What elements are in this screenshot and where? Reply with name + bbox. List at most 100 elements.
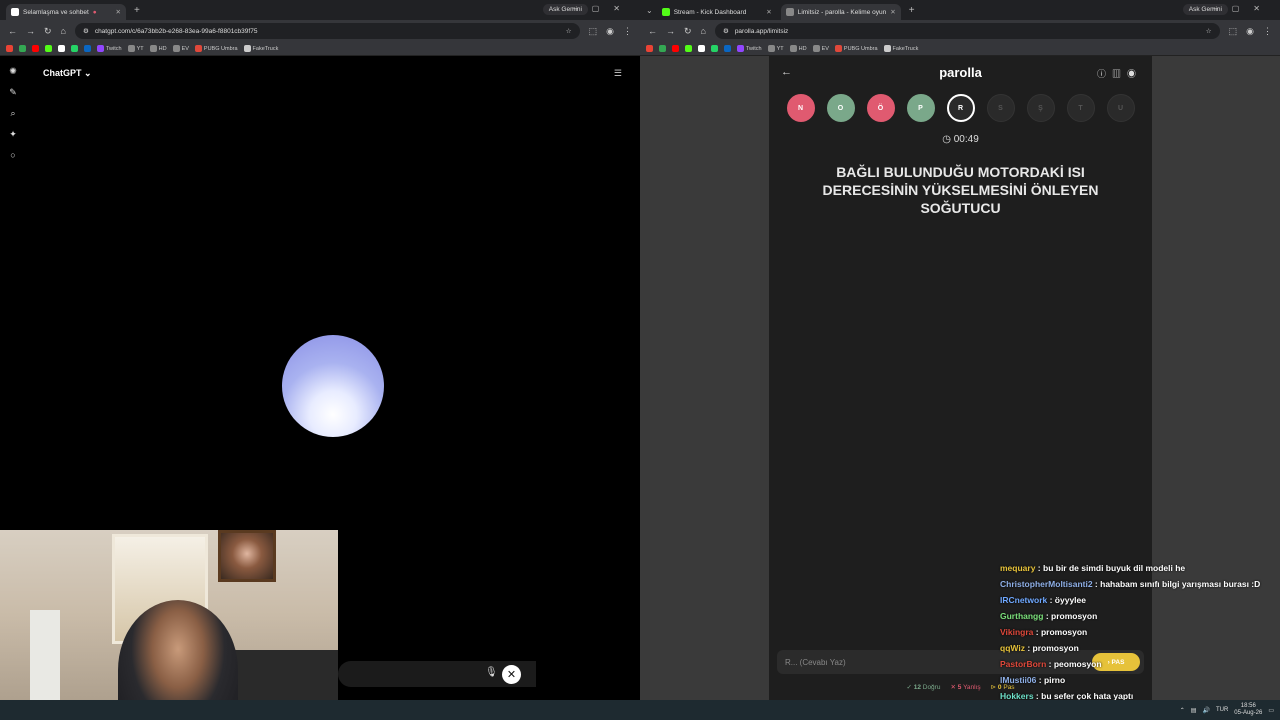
volume-icon[interactable]: 🔊 <box>1202 707 1209 714</box>
address-bar-row: ← → ↻ ⌂ ⚙ chatgpt.com/c/6a73bb2b-e268-83… <box>0 20 640 42</box>
bookmark-faketruck[interactable]: FakeTruck <box>883 45 919 52</box>
chat-username[interactable]: lMustii06 <box>1000 675 1036 685</box>
pin-icon[interactable]: ✦ <box>9 129 17 140</box>
bookmark-star-icon[interactable]: ☆ <box>1206 27 1212 35</box>
chat-username[interactable]: qqWiz <box>1000 643 1025 653</box>
game-header: ← parolla ⓘ▥◉ <box>769 56 1152 90</box>
header-icons: ⓘ▥◉ <box>1097 67 1142 80</box>
info-icon[interactable]: ⓘ <box>1097 69 1112 79</box>
x-icon[interactable] <box>58 45 65 52</box>
clock[interactable]: 18:56 05-Aug-26 <box>1234 703 1262 717</box>
chat-text: peomosyon <box>1053 659 1102 669</box>
bookmark-hd[interactable]: HD <box>149 45 167 52</box>
parolla-favicon-icon <box>785 8 794 16</box>
bookmark-label: HD <box>158 45 167 52</box>
site-info-icon[interactable]: ⚙ <box>723 27 729 35</box>
profile-icon[interactable]: ◉ <box>606 26 614 37</box>
chat-text: bu bir de simdi buyuk dil modeli he <box>1043 563 1186 573</box>
bookmarks-bar: Twitch YT HD EV PUBG Umbra FakeTruck <box>0 42 640 56</box>
chat-username[interactable]: Gurthangg <box>1000 611 1043 621</box>
bookmark-ev[interactable]: EV <box>812 45 829 52</box>
site-info-icon[interactable]: ⚙ <box>83 27 89 35</box>
bookmark-twitch[interactable]: Twitch <box>97 45 122 52</box>
bookmark-hd[interactable]: HD <box>789 45 807 52</box>
reload-icon[interactable]: ↻ <box>44 26 52 37</box>
maps-icon[interactable] <box>19 45 26 52</box>
voice-settings-icon[interactable]: ☰ <box>614 68 622 79</box>
bookmark-yt[interactable]: YT <box>767 45 784 52</box>
chatgpt-favicon-icon <box>11 8 19 16</box>
bookmark-pubg[interactable]: PUBG Umbra <box>194 45 238 52</box>
pubg-icon <box>834 45 842 52</box>
bookmark-ev[interactable]: EV <box>172 45 189 52</box>
stats-icon[interactable]: ▥ <box>1112 69 1127 79</box>
close-tab-icon[interactable]: ✕ <box>890 8 895 16</box>
bookmark-pubg[interactable]: PUBG Umbra <box>834 45 878 52</box>
omnibox[interactable]: ⚙ parolla.app/limitsiz ☆ <box>714 23 1220 39</box>
close-tab-icon[interactable]: ✕ <box>766 8 771 16</box>
model-selector[interactable]: ChatGPT ⌄ <box>43 68 92 79</box>
gmail-icon[interactable] <box>6 45 13 52</box>
window-controls[interactable]: –▢✕ <box>1213 4 1274 13</box>
back-icon[interactable]: ← <box>648 26 657 36</box>
extensions-icon[interactable]: ⬚ <box>1229 26 1238 37</box>
whatsapp-icon[interactable] <box>711 45 718 52</box>
forward-icon[interactable]: → <box>26 26 35 36</box>
back-icon[interactable]: ← <box>8 26 17 36</box>
tab-kick[interactable]: Stream - Kick Dashboard ✕ <box>657 4 777 20</box>
openai-logo-icon[interactable]: ✺ <box>9 66 17 77</box>
forward-icon[interactable]: → <box>666 26 675 36</box>
reload-icon[interactable]: ↻ <box>684 26 692 37</box>
kick-icon[interactable] <box>45 45 52 52</box>
chat-text: promosyon <box>1032 643 1079 653</box>
url-text: parolla.app/limitsiz <box>734 27 789 35</box>
tab-parolla[interactable]: Limitsiz - parolla - Kelime oyun ✕ <box>780 4 901 20</box>
close-tab-icon[interactable]: ✕ <box>116 8 121 16</box>
x-icon[interactable] <box>698 45 705 52</box>
end-voice-button[interactable]: ✕ <box>502 665 521 684</box>
folder-icon <box>172 45 180 52</box>
extensions-icon[interactable]: ⬚ <box>589 26 598 37</box>
chat-username[interactable]: mequary <box>1000 563 1035 573</box>
chat-username[interactable]: PastorBorn <box>1000 659 1046 669</box>
language-indicator[interactable]: TUR <box>1216 707 1228 713</box>
home-icon[interactable]: ⌂ <box>701 26 706 36</box>
faketruck-icon <box>243 45 251 52</box>
omnibox[interactable]: ⚙ chatgpt.com/c/6a73bb2b-e268-83ea-99a6-… <box>74 23 580 39</box>
notification-icon[interactable]: ▭ <box>1268 707 1274 714</box>
bookmark-twitch[interactable]: Twitch <box>737 45 762 52</box>
home-icon[interactable]: ⌂ <box>61 26 66 36</box>
timer: ◷ 00:49 <box>769 134 1152 145</box>
network-icon[interactable]: ▤ <box>1191 707 1197 714</box>
chat-username[interactable]: IRCnetwork <box>1000 595 1047 605</box>
new-chat-icon[interactable]: ✎ <box>9 87 17 98</box>
circle-icon[interactable]: ○ <box>10 150 15 160</box>
linkedin-icon[interactable] <box>84 45 91 52</box>
chat-username[interactable]: Vikingra <box>1000 627 1033 637</box>
youtube-icon[interactable] <box>672 45 679 52</box>
kick-icon[interactable] <box>685 45 692 52</box>
bookmark-label: FakeTruck <box>892 45 919 52</box>
account-icon[interactable]: ◉ <box>1127 69 1142 79</box>
new-tab-button[interactable]: + <box>134 5 140 16</box>
gmail-icon[interactable] <box>646 45 653 52</box>
menu-icon[interactable]: ⋮ <box>1263 26 1272 37</box>
linkedin-icon[interactable] <box>724 45 731 52</box>
window-controls[interactable]: –▢✕ <box>573 4 634 13</box>
new-tab-button[interactable]: + <box>909 5 915 16</box>
profile-icon[interactable]: ◉ <box>1246 26 1254 37</box>
search-icon[interactable]: ⌕ <box>10 108 15 119</box>
bookmark-yt[interactable]: YT <box>127 45 144 52</box>
microphone-icon[interactable]: 🎙 <box>485 667 498 678</box>
chat-separator: : <box>1024 643 1033 653</box>
chat-username[interactable]: ChristopherMoltisanti2 <box>1000 579 1093 589</box>
menu-icon[interactable]: ⋮ <box>623 26 632 37</box>
bookmark-star-icon[interactable]: ☆ <box>566 27 572 35</box>
youtube-icon[interactable] <box>32 45 39 52</box>
bookmark-faketruck[interactable]: FakeTruck <box>243 45 278 52</box>
tray-expand-icon[interactable]: ⌃ <box>1180 707 1185 714</box>
maps-icon[interactable] <box>659 45 666 52</box>
tab-search-icon[interactable]: ⌄ <box>646 6 653 15</box>
tab-chatgpt[interactable]: Selamlaşma ve sohbet ● ✕ <box>6 4 126 20</box>
whatsapp-icon[interactable] <box>71 45 78 52</box>
